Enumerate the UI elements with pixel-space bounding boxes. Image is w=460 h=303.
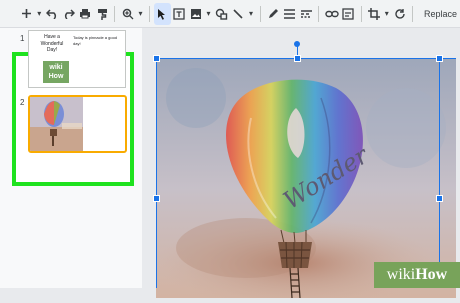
toolbar-separator xyxy=(360,5,362,22)
zoom-icon[interactable] xyxy=(119,3,136,25)
resize-handle[interactable] xyxy=(153,195,160,202)
select-icon[interactable] xyxy=(154,2,171,25)
wikihow-watermark: wiki How xyxy=(374,262,460,288)
line-dropdown-icon[interactable]: ▾ xyxy=(246,3,255,25)
crop-dropdown-icon[interactable]: ▾ xyxy=(382,3,391,25)
watermark-part-2: How xyxy=(415,266,448,283)
rotation-handle[interactable] xyxy=(294,41,300,47)
redo-icon[interactable] xyxy=(60,3,77,25)
crop-icon[interactable] xyxy=(366,3,383,25)
toolbar-separator xyxy=(412,5,413,22)
resize-handle[interactable] xyxy=(153,55,160,62)
slide-number: 2 xyxy=(20,98,25,107)
print-icon[interactable] xyxy=(77,3,94,25)
text-box-icon[interactable] xyxy=(171,3,188,25)
border-weight-icon[interactable] xyxy=(281,3,298,25)
paint-format-icon[interactable] xyxy=(94,3,111,25)
toolbar-separator xyxy=(114,5,116,22)
image-dropdown-icon[interactable]: ▾ xyxy=(204,3,213,25)
selection-border xyxy=(439,58,440,288)
link-icon[interactable] xyxy=(323,3,340,25)
toolbar-separator xyxy=(259,5,261,22)
resize-handle[interactable] xyxy=(436,195,443,202)
zoom-dropdown-icon[interactable]: ▾ xyxy=(136,3,145,25)
slide-thumbnail-title: Have a Wonderful Day! xyxy=(40,34,64,53)
add-dropdown-icon[interactable]: ▾ xyxy=(35,3,44,25)
slide-thumbnail-image xyxy=(30,97,83,151)
toolbar-separator xyxy=(149,5,151,22)
line-icon[interactable] xyxy=(230,3,247,25)
border-dash-icon[interactable] xyxy=(298,3,315,25)
reset-image-icon[interactable] xyxy=(391,3,408,25)
image-icon[interactable] xyxy=(187,3,204,25)
slide-thumbnail-1[interactable]: Have a Wonderful Day! Today is pinnacle … xyxy=(28,30,126,88)
slide-thumbnail-2[interactable] xyxy=(28,95,127,153)
shape-icon[interactable] xyxy=(213,3,230,25)
toolbar-separator xyxy=(318,5,320,22)
selection-border xyxy=(156,58,456,59)
selection-border xyxy=(156,58,157,288)
alt-text-icon[interactable] xyxy=(340,3,357,25)
slide-thumbnail-body: Today is pinnacle a good day! xyxy=(73,35,118,46)
watermark-part-1: wiki xyxy=(386,266,416,283)
slide-canvas[interactable]: Wonder xyxy=(142,28,460,303)
resize-handle[interactable] xyxy=(294,55,301,62)
toolbar: ▾ ▾ ▾ ▾ ▾ Replace xyxy=(0,0,460,28)
add-icon[interactable] xyxy=(18,3,35,25)
replace-image-button[interactable]: Replace xyxy=(421,3,460,25)
resize-handle[interactable] xyxy=(436,55,443,62)
slide-filmstrip: 1 Have a Wonderful Day! Today is pinnacl… xyxy=(0,28,142,288)
logo-line-2: How xyxy=(48,73,64,80)
slide-number: 1 xyxy=(20,34,25,43)
undo-icon[interactable] xyxy=(44,3,61,25)
wikihow-logo: wiki How xyxy=(43,61,69,83)
logo-line-1: wiki xyxy=(49,64,63,71)
pen-icon[interactable] xyxy=(265,3,282,25)
